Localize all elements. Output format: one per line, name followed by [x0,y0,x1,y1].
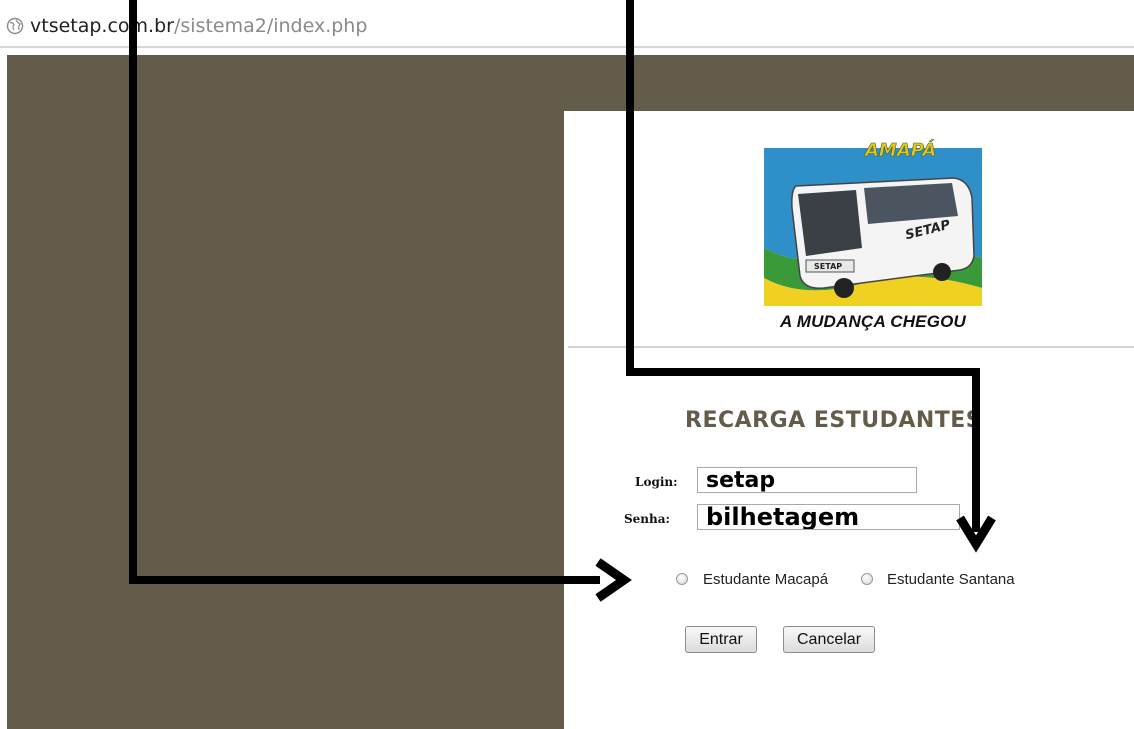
password-field[interactable] [697,504,960,530]
logo-heading: AMAPÁ [865,140,937,162]
cancel-button[interactable]: Cancelar [783,626,875,653]
radio-estudante-macapa-label[interactable]: Estudante Macapá [703,571,828,588]
radio-estudante-santana-label[interactable]: Estudante Santana [887,571,1015,588]
page-left-panel [7,111,564,729]
url-domain: vtsetap.com.br [30,15,174,37]
radio-estudante-macapa[interactable] [676,573,688,585]
address-bar[interactable]: vtsetap.com.br/sistema2/index.php [0,0,1134,48]
password-label: Senha: [624,512,670,526]
logo-caption: A MUDANÇA CHEGOU [779,312,967,331]
radio-estudante-santana[interactable] [861,573,873,585]
url-path: /sistema2/index.php [173,15,368,37]
page-top-band [7,55,1134,111]
form-title: RECARGA ESTUDANTES [685,408,983,433]
enter-button[interactable]: Entrar [685,626,757,653]
login-field[interactable] [697,467,917,493]
globe-icon [6,17,24,35]
url-text[interactable]: vtsetap.com.br/sistema2/index.php [30,15,367,37]
logo-bus-plate: SETAP [814,262,843,271]
login-label: Login: [635,475,678,489]
header-divider [568,346,1134,348]
